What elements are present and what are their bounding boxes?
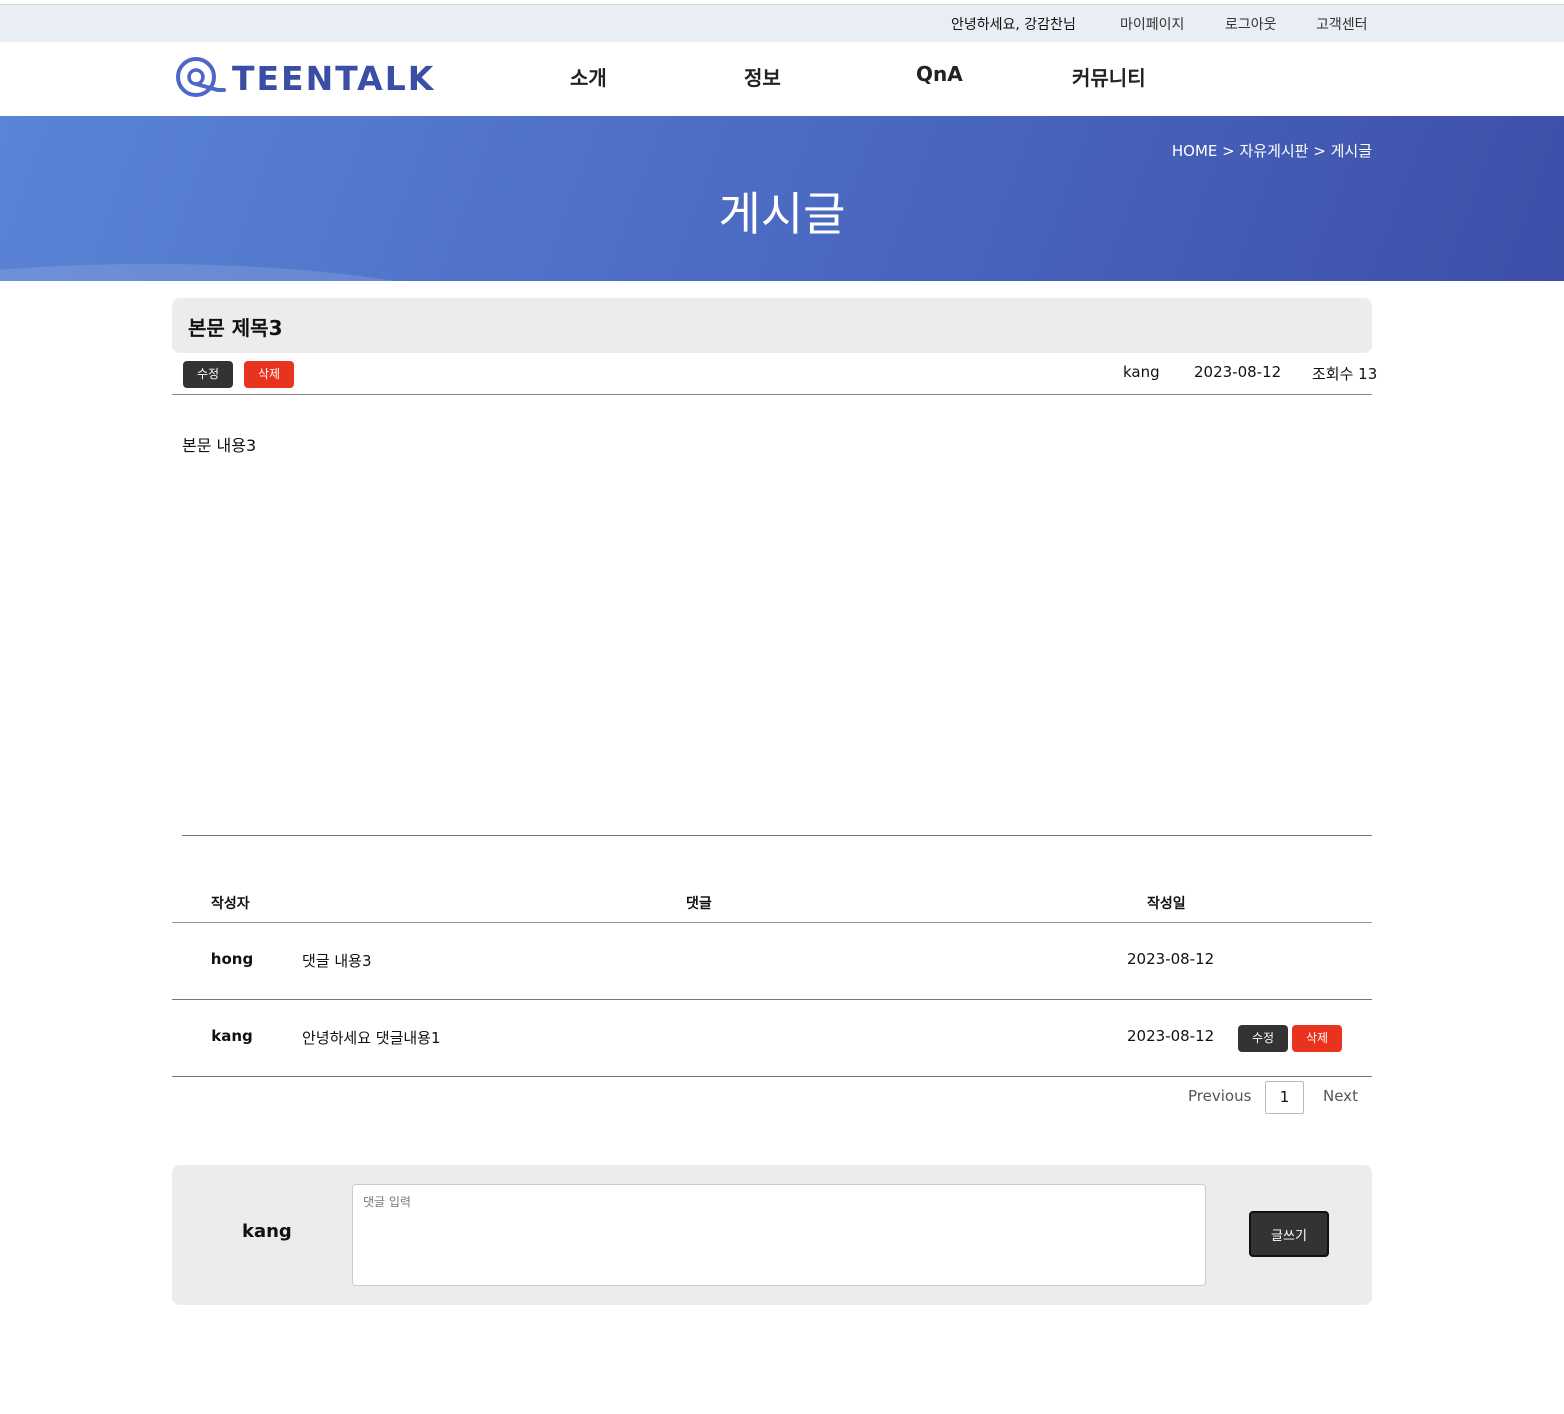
header-comment: 댓글 [686,896,712,912]
chat-bubble-logo-icon [176,57,226,97]
post-meta-row: 수정 삭제 kang 2023-08-12 조회수 13 [172,360,1377,395]
comments-header-row: 작성자 댓글 작성일 [172,880,1372,923]
page-title: 게시글 [718,187,846,241]
comment-edit-button[interactable]: 수정 [1238,1025,1288,1052]
post-author: kang [1123,363,1160,381]
comment-author: hong [210,950,254,968]
pagination-next[interactable]: Next [1323,1087,1358,1105]
comment-date: 2023-08-12 [1127,1027,1215,1045]
page-banner: HOME > 자유게시판 > 게시글 게시글 [0,116,1564,281]
post-body: 본문 내용3 [182,436,257,455]
post-edit-button[interactable]: 수정 [183,361,233,388]
comment-author: kang [211,1027,253,1045]
comments-table: 작성자 댓글 작성일 hong 댓글 내용3 2023-08-12 kang 안… [172,880,1372,1077]
logout-link[interactable]: 로그아웃 [1225,14,1277,34]
nav-qna[interactable]: QnA [916,62,963,86]
site-logo[interactable]: TEENTALK [174,56,435,100]
post-title-box: 본문 제목3 [172,298,1372,353]
post-date: 2023-08-12 [1194,363,1282,381]
user-greeting: 안녕하세요, 강감찬님 [951,17,1076,33]
nav-info[interactable]: 정보 [744,62,781,91]
post-views: 조회수 13 [1312,365,1378,383]
comment-date: 2023-08-12 [1127,950,1215,968]
post-delete-button[interactable]: 삭제 [244,361,294,388]
nav-community[interactable]: 커뮤니티 [1072,62,1146,91]
comment-delete-button[interactable]: 삭제 [1292,1025,1342,1052]
site-header: TEENTALK 소개 정보 QnA 커뮤니티 [0,42,1564,116]
comment-submit-button[interactable]: 글쓰기 [1249,1211,1329,1257]
body-divider [182,835,1372,836]
breadcrumb[interactable]: HOME > 자유게시판 > 게시글 [1172,140,1372,161]
comment-text: 안녕하세요 댓글내용1 [302,1029,441,1047]
utility-bar: 안녕하세요, 강감찬님 마이페이지 로그아웃 고객센터 [0,4,1564,42]
comment-row: hong 댓글 내용3 2023-08-12 [172,923,1372,1000]
comment-form-user: kang [242,1221,292,1242]
pagination-previous[interactable]: Previous [1188,1087,1251,1105]
comment-input[interactable] [352,1184,1206,1286]
comment-text: 댓글 내용3 [302,952,372,970]
logo-text: TEENTALK [232,58,436,98]
header-date: 작성일 [1147,896,1186,912]
mypage-link[interactable]: 마이페이지 [1120,14,1184,34]
post-title: 본문 제목3 [188,316,283,340]
header-author: 작성자 [211,896,250,912]
banner-wave-decoration [0,264,500,281]
nav-intro[interactable]: 소개 [570,62,607,91]
comment-row: kang 안녕하세요 댓글내용1 2023-08-12 수정 삭제 [172,1000,1372,1077]
comment-form: kang 글쓰기 [172,1165,1372,1305]
pagination-page-1[interactable]: 1 [1265,1081,1304,1114]
support-link[interactable]: 고객센터 [1316,14,1368,34]
